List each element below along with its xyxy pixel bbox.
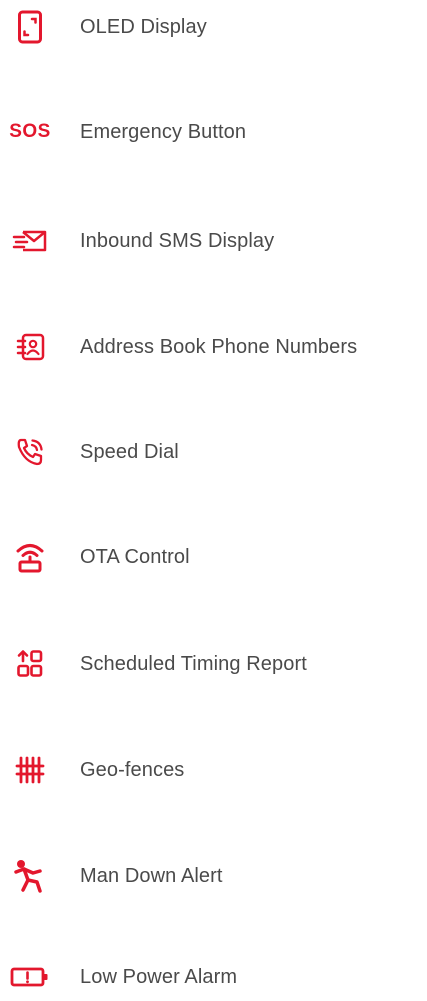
fence-icon: [6, 750, 54, 790]
feature-label: OLED Display: [80, 16, 207, 38]
feature-label: Inbound SMS Display: [80, 230, 275, 252]
feature-label: Emergency Button: [80, 121, 247, 143]
scheduled-grid-icon: [6, 644, 54, 684]
feature-item-oled-display: OLED Display: [0, 5, 427, 49]
feature-item-man-down-alert: Man Down Alert: [0, 854, 427, 898]
feature-label: Low Power Alarm: [80, 966, 238, 988]
feature-item-speed-dial: Speed Dial: [0, 430, 427, 474]
envelope-icon: [6, 221, 54, 261]
feature-item-scheduled-timing-report: Scheduled Timing Report: [0, 642, 427, 686]
falling-person-icon: [6, 856, 54, 896]
feature-item-low-power-alarm: Low Power Alarm: [0, 955, 427, 999]
feature-item-geo-fences: Geo-fences: [0, 748, 427, 792]
feature-label: OTA Control: [80, 546, 190, 568]
low-battery-icon: [6, 957, 54, 997]
feature-label: Geo-fences: [80, 759, 185, 781]
feature-label: Scheduled Timing Report: [80, 653, 307, 675]
feature-item-emergency-button: SOS Emergency Button: [0, 110, 427, 154]
feature-label: Man Down Alert: [80, 865, 223, 887]
feature-label: Address Book Phone Numbers: [80, 336, 358, 358]
feature-item-inbound-sms-display: Inbound SMS Display: [0, 219, 427, 263]
feature-item-address-book: Address Book Phone Numbers: [0, 325, 427, 369]
phone-display-icon: [6, 7, 54, 47]
feature-item-ota-control: OTA Control: [0, 535, 427, 579]
phone-call-icon: [6, 432, 54, 472]
feature-label: Speed Dial: [80, 441, 179, 463]
feature-list: OLED Display SOS Emergency Button Inboun…: [0, 0, 427, 1001]
sos-icon: SOS: [9, 121, 51, 142]
contact-book-icon: [6, 327, 54, 367]
wireless-signal-icon: [6, 537, 54, 577]
